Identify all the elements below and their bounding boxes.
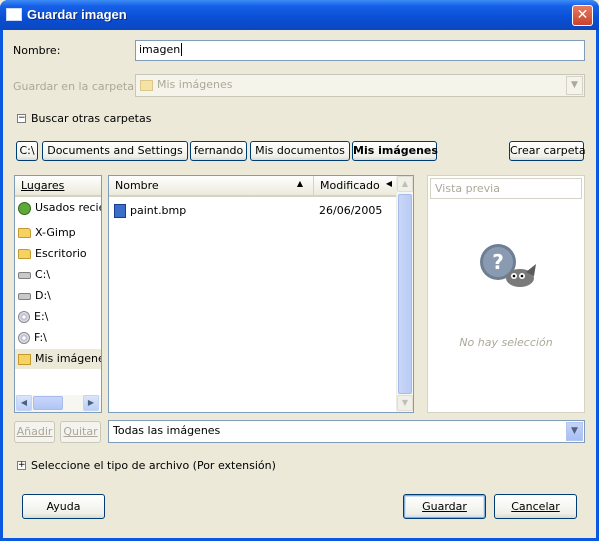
dialog-body: Nombre: imagen Guardar en la carpeta: Mi… xyxy=(3,30,596,538)
scroll-right-icon[interactable]: ▶ xyxy=(83,395,99,411)
column-modified-header[interactable]: Modificado ◀ xyxy=(314,176,397,197)
folder-icon xyxy=(18,228,31,238)
name-input-value: imagen xyxy=(139,43,181,56)
file-type-toggle[interactable]: Seleccione el tipo de archivo (Por exten… xyxy=(31,459,276,472)
place-item-mis-imagenes[interactable]: Mis imágenes xyxy=(15,349,101,369)
drive-icon xyxy=(18,271,31,279)
scroll-down-icon[interactable]: ▼ xyxy=(397,395,413,411)
place-item-recent[interactable]: Usados recientemente xyxy=(18,198,101,218)
file-filter-arrow[interactable]: ▼ xyxy=(566,422,583,441)
path-button-mis-documentos[interactable]: Mis documentos xyxy=(250,141,350,161)
places-panel: Lugares Usados recientemente X-Gimp Escr… xyxy=(14,175,102,413)
preview-header: Vista previa xyxy=(430,178,582,199)
files-scroll-thumb[interactable] xyxy=(398,194,412,394)
cdrom-icon xyxy=(18,311,30,323)
remove-place-button[interactable]: Quitar xyxy=(60,421,101,443)
folder-select-value: Mis imágenes xyxy=(157,78,233,91)
cdrom-icon xyxy=(18,332,30,344)
recent-icon xyxy=(18,201,31,215)
place-item-escritorio[interactable]: Escritorio xyxy=(18,244,87,264)
window-title: Guardar imagen xyxy=(27,7,127,22)
add-place-button[interactable]: Añadir xyxy=(14,421,55,443)
create-folder-button[interactable]: Crear carpeta xyxy=(509,141,586,161)
title-bar[interactable]: Guardar imagen ✕ xyxy=(0,0,599,30)
drive-icon xyxy=(18,292,31,300)
file-date: 26/06/2005 xyxy=(319,204,383,217)
place-item-f-drive[interactable]: F:\ xyxy=(18,328,47,348)
files-panel: Nombre ▲ Modificado ◀ paint.bmp 26/06/20… xyxy=(108,175,414,413)
folder-icon xyxy=(18,249,31,259)
file-row[interactable]: paint.bmp xyxy=(114,201,186,221)
browse-toggle[interactable]: Buscar otras carpetas xyxy=(31,112,151,125)
places-scroll-thumb[interactable] xyxy=(33,396,63,410)
place-item-d-drive[interactable]: D:\ xyxy=(18,286,51,306)
window-icon xyxy=(6,8,22,21)
preview-panel: Vista previa ? No hay selección xyxy=(427,175,585,413)
name-input[interactable]: imagen xyxy=(135,40,585,61)
preview-empty-text: No hay selección xyxy=(459,336,553,349)
files-vscrollbar[interactable]: ▲ ▼ xyxy=(396,176,413,412)
path-button-fernando[interactable]: fernando xyxy=(190,141,247,161)
scroll-left-icon[interactable]: ◀ xyxy=(16,395,32,411)
place-item-e-drive[interactable]: E:\ xyxy=(18,307,48,327)
folder-label: Guardar en la carpeta: xyxy=(13,80,138,93)
pictures-folder-icon xyxy=(18,353,31,365)
cancel-button[interactable]: Cancelar xyxy=(494,494,577,519)
column-name-header[interactable]: Nombre ▲ xyxy=(109,176,314,197)
file-type-expander-icon[interactable]: + xyxy=(17,461,26,470)
folder-select[interactable]: Mis imágenes ▼ xyxy=(135,74,585,97)
scroll-up-icon[interactable]: ▲ xyxy=(397,176,413,192)
browse-expander-icon[interactable]: − xyxy=(17,114,26,123)
sort-ascending-icon: ▲ xyxy=(296,179,303,188)
file-name: paint.bmp xyxy=(130,204,187,217)
column-arrow-icon: ◀ xyxy=(385,179,392,188)
file-filter-select[interactable]: Todas las imágenes ▼ xyxy=(108,420,585,443)
place-item-c-drive[interactable]: C:\ xyxy=(18,265,50,285)
places-hscrollbar[interactable]: ◀ ▶ xyxy=(15,395,101,412)
save-button[interactable]: Guardar xyxy=(403,494,486,519)
pictures-folder-icon xyxy=(140,79,153,91)
image-file-icon xyxy=(114,204,126,218)
dialog-window: Guardar imagen ✕ Nombre: imagen Guardar … xyxy=(0,0,599,541)
name-label: Nombre: xyxy=(13,44,61,57)
help-button[interactable]: Ayuda xyxy=(22,494,105,519)
close-button[interactable]: ✕ xyxy=(572,5,593,26)
places-header[interactable]: Lugares xyxy=(15,176,101,197)
path-button-mis-imagenes[interactable]: Mis imágenes xyxy=(352,141,438,161)
path-button-documents-and-settings[interactable]: Documents and Settings xyxy=(42,141,188,161)
path-button-c[interactable]: C:\ xyxy=(16,141,38,161)
folder-select-arrow[interactable]: ▼ xyxy=(566,76,583,95)
place-item-x-gimp[interactable]: X-Gimp xyxy=(18,223,76,243)
file-filter-value: Todas las imágenes xyxy=(113,424,221,437)
svg-text:?: ? xyxy=(492,250,504,274)
gimp-question-icon: ? xyxy=(480,244,536,287)
